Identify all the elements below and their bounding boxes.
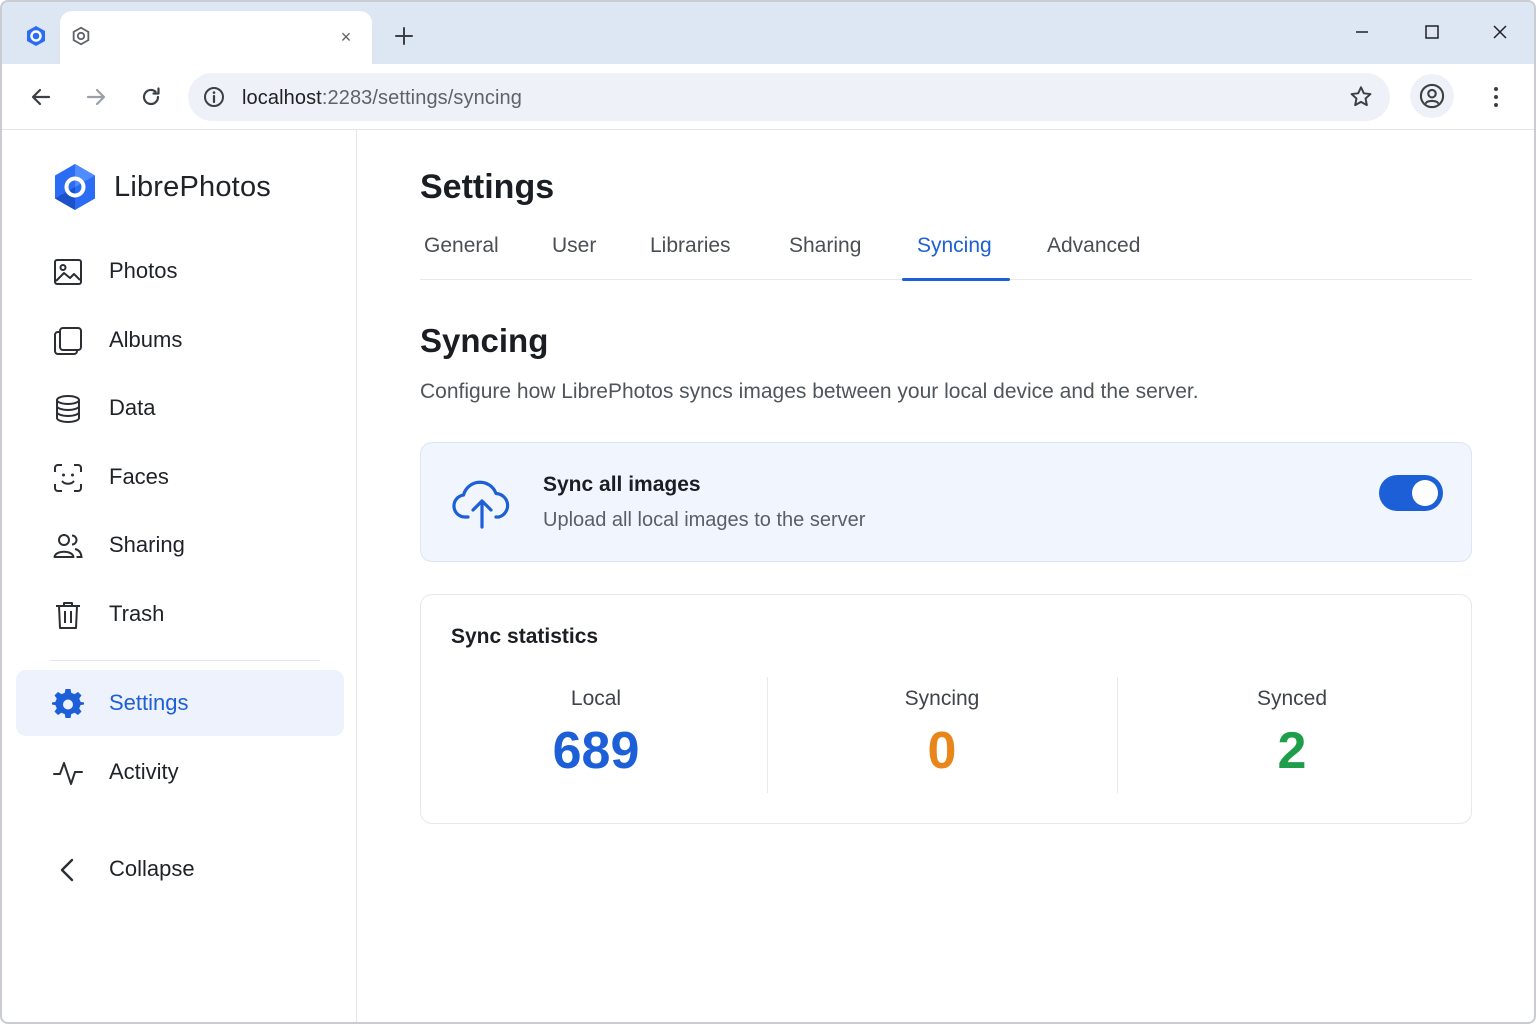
tab-general[interactable]: General	[424, 234, 499, 280]
collapse-button[interactable]: Collapse	[16, 836, 344, 902]
toggle-knob	[1412, 480, 1438, 506]
tab-libraries[interactable]: Libraries	[650, 234, 731, 280]
trash-icon	[56, 602, 80, 629]
sidebar-item-label: Trash	[109, 601, 165, 626]
sidebar-item-label: Photos	[109, 258, 178, 283]
sidebar-item-photos[interactable]: Photos	[16, 238, 344, 304]
browser-menu-button[interactable]	[1478, 78, 1514, 116]
sidebar-divider	[50, 660, 320, 661]
collapse-label: Collapse	[109, 856, 195, 881]
sidebar-item-sharing[interactable]: Sharing	[16, 512, 344, 578]
url-path: :2283/settings/syncing	[321, 87, 522, 109]
tab-close-icon[interactable]: ×	[334, 25, 358, 49]
chevron-left-icon	[60, 858, 74, 882]
stat-synced: Synced 2	[1117, 677, 1467, 793]
face-scan-icon	[54, 464, 82, 492]
sidebar-item-label: Sharing	[109, 532, 185, 557]
tab-user[interactable]: User	[552, 234, 596, 280]
sidebar-item-label: Albums	[109, 327, 183, 352]
sync-statistics-card: Sync statistics Local 689 Syncing 0 Sync…	[420, 594, 1472, 824]
browser-toolbar: localhost:2283/settings/syncing	[2, 64, 1534, 130]
sidebar-item-settings[interactable]: Settings	[16, 670, 344, 736]
app-logo-icon[interactable]	[20, 20, 52, 52]
albums-icon	[54, 327, 82, 355]
tab-favicon-icon	[70, 25, 92, 47]
section-title: Syncing	[420, 322, 549, 359]
sidebar-item-activity[interactable]: Activity	[16, 739, 344, 805]
kebab-menu-icon	[1494, 87, 1498, 107]
stat-value: 0	[927, 722, 957, 780]
tab-syncing[interactable]: Syncing	[917, 234, 992, 280]
sidebar-item-label: Data	[109, 395, 156, 420]
active-tab-indicator	[902, 278, 1010, 281]
info-icon[interactable]	[202, 85, 226, 109]
arrow-right-icon	[86, 88, 106, 106]
new-tab-button[interactable]	[388, 20, 420, 52]
sidebar-item-label: Activity	[109, 759, 179, 784]
database-icon	[56, 395, 80, 424]
sidebar-item-faces[interactable]: Faces	[16, 444, 344, 510]
page-title: Settings	[420, 168, 555, 206]
sync-all-title: Sync all images	[543, 473, 701, 496]
maximize-button[interactable]	[1410, 16, 1454, 48]
minimize-icon	[1356, 31, 1368, 33]
forward-button[interactable]	[77, 78, 115, 116]
profile-icon	[1419, 83, 1445, 109]
sync-all-card: Sync all images Upload all local images …	[420, 442, 1472, 562]
stat-label: Local	[570, 687, 622, 710]
image-icon	[54, 259, 82, 285]
sync-all-subtitle: Upload all local images to the server	[543, 509, 866, 531]
gear-icon	[52, 688, 84, 719]
plus-icon	[395, 27, 413, 45]
sidebar-item-data[interactable]: Data	[16, 375, 344, 441]
stats-title: Sync statistics	[451, 625, 599, 648]
sidebar-item-albums[interactable]: Albums	[16, 307, 344, 373]
tab-advanced[interactable]: Advanced	[1047, 234, 1140, 280]
title-bar: ×	[2, 2, 1534, 64]
settings-tabs: General User Libraries Sharing Syncing A…	[420, 228, 1472, 280]
url-host: localhost	[242, 87, 322, 109]
stat-value: 689	[552, 722, 640, 780]
stat-label: Synced	[1256, 687, 1328, 710]
librephotos-logo-icon	[55, 164, 95, 210]
close-icon	[1493, 25, 1507, 39]
sidebar-item-trash[interactable]: Trash	[16, 581, 344, 647]
brand[interactable]: LibrePhotos	[52, 162, 271, 212]
brand-name: LibrePhotos	[114, 170, 271, 203]
address-bar[interactable]: localhost:2283/settings/syncing	[188, 73, 1390, 121]
profile-button[interactable]	[1410, 74, 1454, 118]
stat-local: Local 689	[421, 677, 771, 793]
maximize-icon	[1425, 25, 1439, 39]
sidebar: LibrePhotos Photos Albums Data Faces Sha…	[2, 130, 357, 1022]
star-icon[interactable]	[1348, 84, 1374, 110]
sidebar-item-label: Faces	[109, 464, 169, 489]
activity-icon	[53, 762, 83, 785]
sync-all-toggle[interactable]	[1379, 475, 1443, 511]
users-icon	[53, 534, 83, 558]
main-content: Settings General User Libraries Sharing …	[358, 130, 1534, 1022]
section-description: Configure how LibrePhotos syncs images b…	[420, 380, 1199, 403]
stat-syncing: Syncing 0	[767, 677, 1117, 793]
cloud-upload-icon	[452, 480, 510, 529]
stat-label: Syncing	[904, 687, 980, 710]
arrow-left-icon	[31, 88, 51, 106]
url-text[interactable]: localhost:2283/settings/syncing	[242, 87, 522, 110]
stat-value: 2	[1277, 722, 1307, 780]
browser-window: × localhost:2283/settings/syncing LibreP…	[0, 0, 1536, 1024]
tab-sharing[interactable]: Sharing	[789, 234, 861, 280]
reload-icon	[142, 87, 160, 106]
close-window-button[interactable]	[1478, 16, 1522, 48]
back-button[interactable]	[22, 78, 60, 116]
sidebar-item-label: Settings	[109, 690, 189, 715]
reload-button[interactable]	[132, 78, 170, 116]
minimize-button[interactable]	[1340, 16, 1384, 48]
browser-tab[interactable]: ×	[60, 11, 372, 64]
